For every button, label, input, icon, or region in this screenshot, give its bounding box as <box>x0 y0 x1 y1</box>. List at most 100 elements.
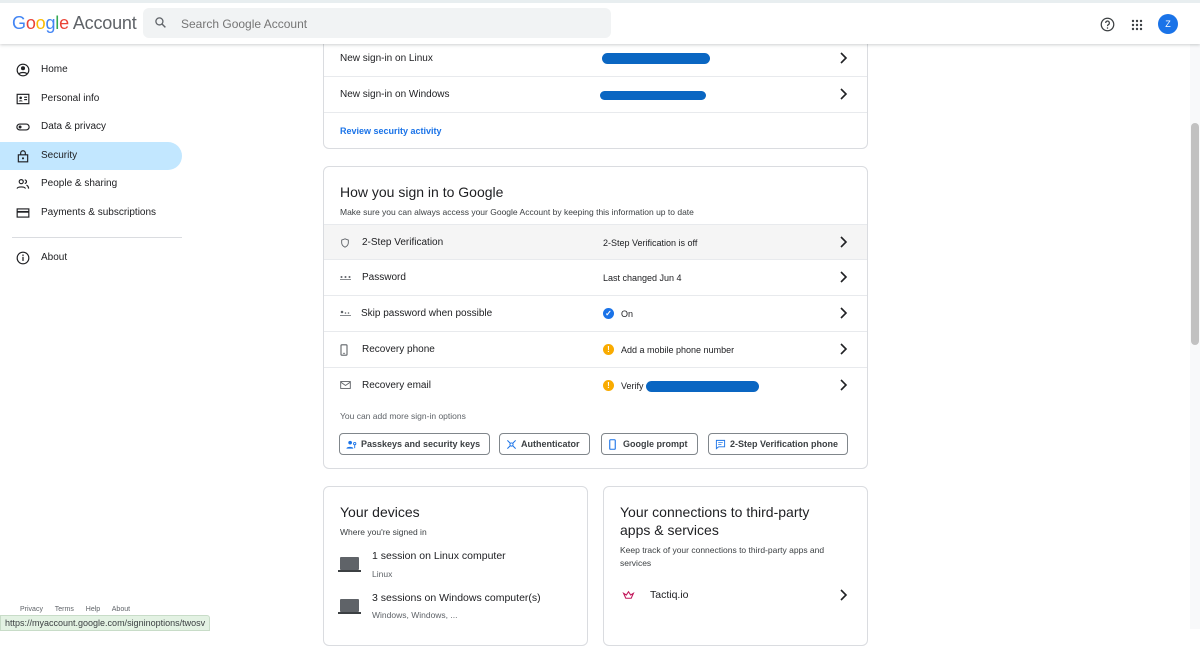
passkey-person-icon <box>346 440 357 449</box>
connections-title-line2: apps & services <box>620 522 719 538</box>
shield-icon <box>341 238 349 248</box>
review-security-activity-link[interactable]: Review security activity <box>340 126 442 136</box>
scrollbar-thumb[interactable] <box>1191 123 1199 345</box>
sidebar-item-label: Personal info <box>41 92 100 104</box>
footer-terms-link[interactable]: Terms <box>55 606 74 613</box>
authenticator-icon <box>507 440 516 449</box>
row-value: On <box>621 309 634 319</box>
authenticator-chip[interactable]: Authenticator <box>499 433 590 455</box>
sidebar-item-home[interactable]: Home <box>0 56 182 85</box>
sidebar-item-security[interactable]: Security <box>0 141 182 170</box>
google-account-logo[interactable]: Google Account <box>12 13 137 34</box>
signin-methods-card: How you sign in to Google Make sure you … <box>323 166 868 469</box>
passkey-icon <box>340 310 351 316</box>
row-label: Recovery phone <box>362 344 435 355</box>
toggle-icon <box>16 123 30 131</box>
id-card-icon <box>16 93 30 104</box>
sidebar-item-payments[interactable]: Payments & subscriptions <box>0 199 182 228</box>
message-icon <box>715 439 726 450</box>
chevron-right-icon <box>840 343 848 355</box>
phone-icon <box>340 344 348 356</box>
device-subtitle: Linux <box>372 569 393 579</box>
row-label: 2-Step Verification <box>362 237 444 248</box>
footer-privacy-link[interactable]: Privacy <box>20 606 43 613</box>
more-options-text: You can add more sign-in options <box>340 411 466 421</box>
sidebar-item-label: Data & privacy <box>41 121 107 132</box>
device-title: 1 session on Linux computer <box>372 550 506 562</box>
row-label: Password <box>362 272 406 283</box>
laptop-icon <box>338 599 361 614</box>
row-label: Skip password when possible <box>361 308 493 319</box>
connections-subtitle-line2: services <box>620 558 652 568</box>
connection-name: Tactiq.io <box>650 589 689 601</box>
row-2-step-verification[interactable]: 2-Step Verification 2-Step Verification … <box>324 224 867 260</box>
chevron-right-icon <box>840 88 848 100</box>
chevron-right-icon <box>840 379 848 391</box>
activity-label: New sign-in on Windows <box>340 89 450 100</box>
chip-label: Authenticator <box>521 439 580 449</box>
third-party-connections-card: Your connections to third-party apps & s… <box>603 486 868 646</box>
sidebar-item-about[interactable]: About <box>0 244 182 273</box>
info-icon <box>16 251 30 265</box>
laptop-icon <box>338 557 361 572</box>
device-title: 3 sessions on Windows computer(s) <box>372 592 541 604</box>
warning-icon: ! <box>603 380 614 391</box>
password-dots-icon <box>340 276 351 280</box>
apps-grid-icon[interactable] <box>1131 19 1143 31</box>
row-password[interactable]: Password Last changed Jun 4 <box>324 260 867 296</box>
row-value: Verify <box>621 381 644 391</box>
chevron-right-icon <box>840 307 848 319</box>
activity-row-windows[interactable]: New sign-in on Windows <box>324 77 867 113</box>
footer-help-link[interactable]: Help <box>86 606 100 613</box>
chevron-right-icon <box>840 271 848 283</box>
google-prompt-chip[interactable]: Google prompt <box>601 433 698 455</box>
chevron-right-icon <box>840 236 848 248</box>
sidebar-divider <box>12 237 182 238</box>
your-devices-card: Your devices Where you're signed in 1 se… <box>323 486 588 646</box>
phone-icon <box>609 439 616 450</box>
chip-label: 2-Step Verification phone <box>730 439 839 449</box>
lock-icon <box>17 149 29 162</box>
sidebar-item-label: Home <box>41 64 68 75</box>
sidebar-item-data-privacy[interactable]: Data & privacy <box>0 113 182 142</box>
row-recovery-email[interactable]: Recovery email ! Verify <box>324 368 867 404</box>
chip-label: Passkeys and security keys <box>361 439 481 449</box>
connections-subtitle-line1: Keep track of your connections to third-… <box>620 545 825 555</box>
footer-links: Privacy Terms Help About <box>20 606 140 613</box>
sidebar-item-label: About <box>41 252 68 263</box>
mail-icon <box>340 381 351 389</box>
search-box[interactable] <box>143 8 611 38</box>
footer-about-link[interactable]: About <box>112 606 130 613</box>
passkeys-chip[interactable]: Passkeys and security keys <box>339 433 491 455</box>
row-recovery-phone[interactable]: Recovery phone ! Add a mobile phone numb… <box>324 332 867 368</box>
tactiq-icon <box>622 590 635 599</box>
sidebar-item-label: People & sharing <box>41 178 118 189</box>
chevron-right-icon <box>840 52 848 64</box>
row-value: 2-Step Verification is off <box>603 238 698 248</box>
sidebar-item-personal-info[interactable]: Personal info <box>0 85 182 114</box>
redacted-info <box>602 53 710 64</box>
sidebar-item-people-sharing[interactable]: People & sharing <box>0 170 182 199</box>
search-icon <box>155 17 166 28</box>
row-value: Add a mobile phone number <box>621 345 735 355</box>
help-icon[interactable] <box>1100 17 1115 32</box>
devices-subtitle: Where you're signed in <box>340 527 427 537</box>
home-icon <box>16 63 30 77</box>
activity-label: New sign-in on Linux <box>340 53 433 64</box>
chip-label: Google prompt <box>623 439 688 449</box>
top-bar: GoogleAccount Z <box>0 0 1200 44</box>
avatar[interactable]: Z <box>1158 14 1178 34</box>
row-skip-password[interactable]: Skip password when possible ✓ On <box>324 296 867 332</box>
devices-title: Your devices <box>340 504 420 520</box>
card-icon <box>16 207 30 218</box>
search-input[interactable] <box>179 13 603 35</box>
2-step-phone-chip[interactable]: 2-Step Verification phone <box>708 433 849 455</box>
sidebar-item-label: Payments & subscriptions <box>41 206 157 218</box>
sidebar: Home Personal info Data & privacy Securi… <box>0 56 190 273</box>
activity-row-linux[interactable]: New sign-in on Linux <box>324 41 867 77</box>
redacted-info <box>600 91 706 100</box>
device-subtitle: Windows, Windows, ... <box>372 610 458 620</box>
signin-title: How you sign in to Google <box>340 184 504 200</box>
people-icon <box>16 179 30 189</box>
signin-subtitle: Make sure you can always access your Goo… <box>340 207 694 217</box>
